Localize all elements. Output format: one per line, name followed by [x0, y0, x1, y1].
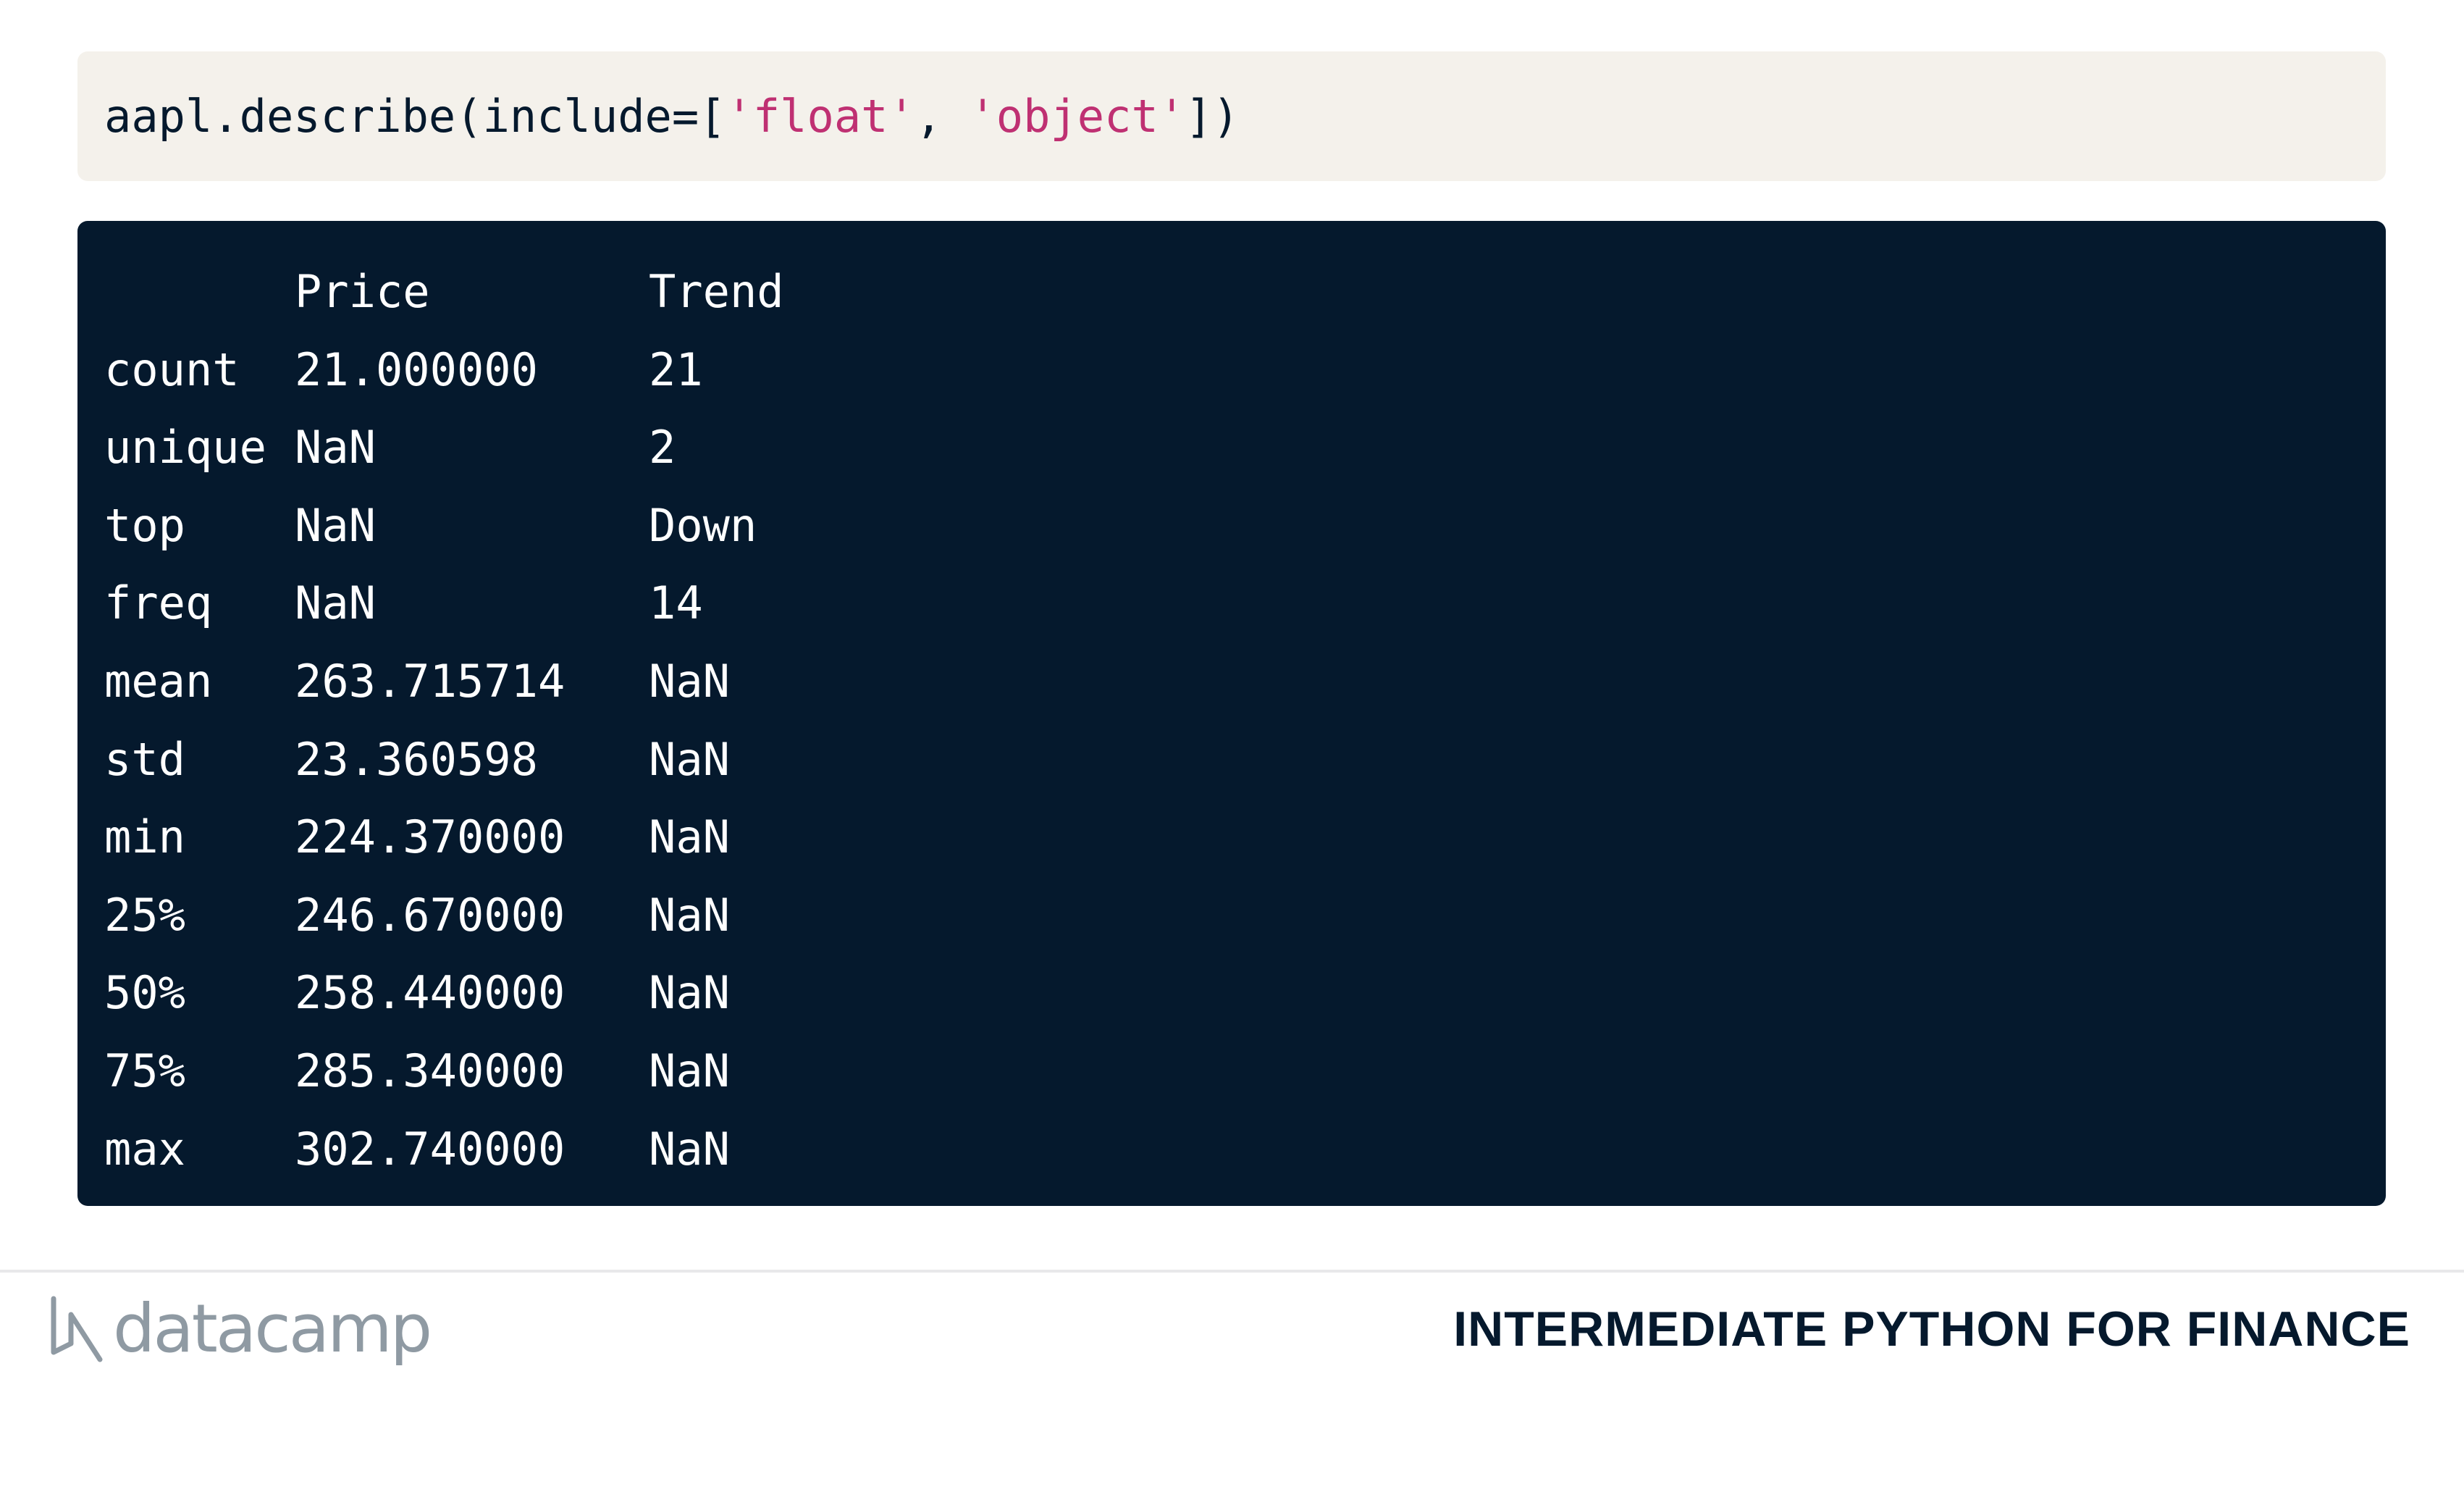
output-price-cell: 246.670000	[295, 888, 565, 942]
output-trend-cell: NaN	[649, 1122, 730, 1176]
output-header-price: Price	[295, 265, 430, 318]
code-arg-object: 'object'	[969, 90, 1186, 143]
output-trend-cell: NaN	[649, 966, 730, 1020]
output-trend-cell: 21	[649, 343, 703, 396]
output-row: top NaN Down	[77, 487, 2386, 565]
output-index-cell: freq	[104, 577, 213, 630]
output-row: unique NaN 2	[77, 408, 2386, 487]
code-arg-float: 'float'	[726, 90, 915, 143]
code-close: ])	[1185, 90, 1240, 143]
footer-divider	[0, 1270, 2464, 1273]
output-index-cell: 75%	[104, 1044, 185, 1097]
output-header-row: Price Trend	[77, 253, 2386, 331]
output-trend-cell: NaN	[649, 654, 730, 708]
output-price-cell: 21.000000	[295, 343, 538, 396]
output-trend-cell: 14	[649, 577, 703, 630]
output-index-cell: count	[104, 343, 240, 396]
output-trend-cell: NaN	[649, 1044, 730, 1097]
output-index-cell: 25%	[104, 888, 185, 942]
output-row: count 21.000000 21	[77, 331, 2386, 409]
output-price-cell: 263.715714	[295, 654, 565, 708]
datacamp-logo-icon	[51, 1296, 103, 1362]
output-price-cell: NaN	[295, 498, 376, 552]
output-price-cell: 302.740000	[295, 1122, 565, 1176]
output-index-cell: 50%	[104, 966, 185, 1020]
output-header-trend: Trend	[649, 265, 784, 318]
output-index-cell: max	[104, 1122, 185, 1176]
output-row: min 224.370000 NaN	[77, 798, 2386, 876]
output-row: 75% 285.340000 NaN	[77, 1032, 2386, 1110]
output-price-cell: NaN	[295, 421, 376, 474]
output-trend-cell: 2	[649, 421, 676, 474]
output-row: freq NaN 14	[77, 564, 2386, 642]
output-row: 50% 258.440000 NaN	[77, 954, 2386, 1032]
output-row: mean 263.715714 NaN	[77, 642, 2386, 721]
output-row: 25% 246.670000 NaN	[77, 876, 2386, 955]
output-price-cell: 224.370000	[295, 810, 565, 864]
code-input-block: aapl.describe(include=['float', 'object'…	[77, 51, 2386, 181]
code-separator: ,	[914, 90, 970, 143]
output-row: max 302.740000 NaN	[77, 1110, 2386, 1189]
code-call: aapl.describe(include=[	[104, 90, 726, 143]
output-index-cell: min	[104, 810, 185, 864]
output-index-cell: unique	[104, 421, 266, 474]
output-trend-cell: Down	[649, 498, 757, 552]
output-trend-cell: NaN	[649, 810, 730, 864]
output-price-cell: NaN	[295, 577, 376, 630]
output-row: std 23.360598 NaN	[77, 721, 2386, 799]
output-index-cell: mean	[104, 654, 213, 708]
output-index-cell: top	[104, 498, 185, 552]
datacamp-logo-text: datacamp	[113, 1290, 432, 1367]
datacamp-logo: datacamp	[49, 1289, 432, 1369]
course-title: INTERMEDIATE PYTHON FOR FINANCE	[1453, 1302, 2410, 1357]
code-output-block: Price Trend count 21.000000 21 unique Na…	[77, 221, 2386, 1206]
output-trend-cell: NaN	[649, 888, 730, 942]
output-index-cell: std	[104, 732, 185, 786]
output-price-cell: 258.440000	[295, 966, 565, 1020]
output-price-cell: 23.360598	[295, 732, 538, 786]
output-price-cell: 285.340000	[295, 1044, 565, 1097]
output-trend-cell: NaN	[649, 732, 730, 786]
